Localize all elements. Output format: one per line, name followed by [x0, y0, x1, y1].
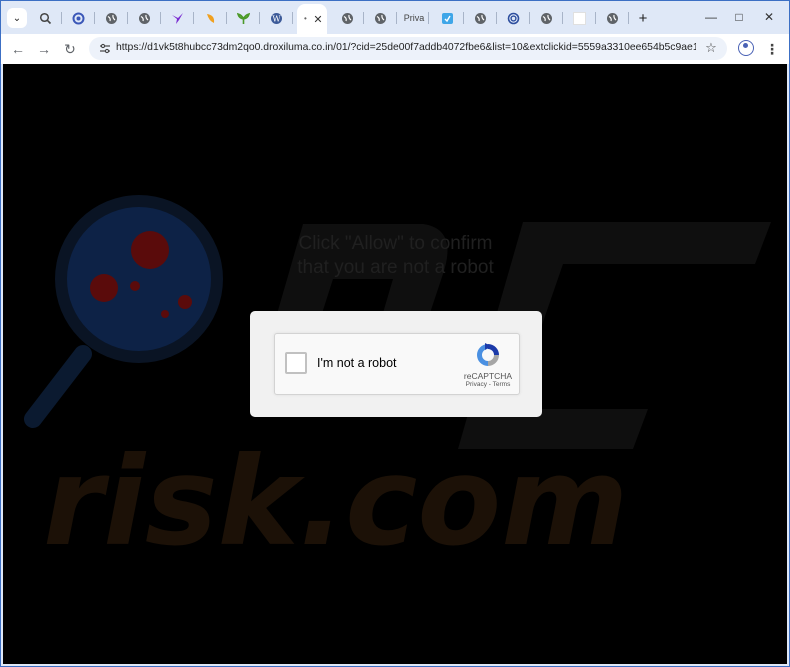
tab-4[interactable] [128, 6, 161, 30]
tab-10[interactable] [331, 6, 364, 30]
globe-icon [474, 12, 487, 25]
site-info-icon[interactable] [97, 41, 113, 56]
browser-toolbar: ← → ↻ https://d1vk5t8hubcc73dm2qo0.droxi… [1, 34, 789, 64]
globe-icon [540, 12, 553, 25]
tab-18[interactable] [596, 6, 629, 30]
page-content: risk.com Click "Allow" to confirm that y… [3, 64, 787, 664]
maximize-button[interactable]: □ [727, 7, 751, 27]
tab-11[interactable] [364, 6, 397, 30]
globe-icon [105, 12, 118, 25]
tab-label: Priva [403, 13, 425, 23]
green-plant-icon [237, 12, 250, 25]
white-square-icon [573, 11, 586, 25]
svg-text:W: W [272, 14, 281, 23]
back-button[interactable]: ← [8, 39, 28, 59]
orange-leaf-icon [204, 12, 217, 25]
more-menu-icon[interactable]: ⋮ [765, 39, 779, 59]
close-tab-icon[interactable]: ✕ [313, 13, 322, 26]
tab-16[interactable] [530, 6, 563, 30]
arrow-right-icon: → [37, 41, 51, 57]
prompt-line-2: that you are not a robot [297, 257, 494, 278]
reload-button[interactable]: ↻ [60, 39, 80, 59]
globe-icon [341, 12, 354, 25]
tab-12[interactable]: Priva [399, 6, 429, 30]
forward-button[interactable]: → [34, 39, 54, 59]
globe-icon [374, 12, 387, 25]
tab-15[interactable] [497, 6, 530, 30]
recaptcha-brand: reCAPTCHA [463, 371, 513, 381]
robot-label: I'm not a robot [317, 356, 397, 370]
tab-2[interactable] [62, 6, 95, 30]
chevron-down-icon: ⌄ [12, 12, 22, 24]
tab-6[interactable] [194, 6, 227, 30]
recaptcha-links[interactable]: Privacy - Terms [455, 381, 521, 388]
minimize-button[interactable]: — [699, 7, 723, 27]
tab-strip: ⌄ W • ✕ Priva + — □ ✕ [1, 1, 789, 34]
robot-checkbox[interactable] [285, 352, 307, 374]
tab-3[interactable] [95, 6, 128, 30]
tab-13[interactable] [431, 6, 464, 30]
wordpress-icon: W [270, 12, 283, 25]
magnifier-tab-icon [39, 12, 52, 25]
plus-icon: + [638, 9, 648, 27]
profile-avatar-icon[interactable] [738, 40, 754, 56]
spiral-icon [507, 12, 520, 25]
captcha-panel: I'm not a robot reCAPTCHA Privacy - Term… [250, 311, 542, 417]
close-icon: ✕ [763, 10, 775, 24]
watermark-text: risk.com [43, 431, 628, 573]
blue-square-icon [441, 12, 454, 25]
magnifier-virus-icon [24, 195, 223, 428]
bookmark-star-icon[interactable]: ☆ [703, 40, 719, 56]
address-bar[interactable]: https://d1vk5t8hubcc73dm2qo0.droxiluma.c… [89, 37, 727, 60]
tab-14[interactable] [464, 6, 497, 30]
allow-prompt: Click "Allow" to confirm that you are no… [233, 232, 558, 280]
url-text[interactable]: https://d1vk5t8hubcc73dm2qo0.droxiluma.c… [116, 42, 696, 53]
recaptcha-logo-icon [477, 343, 499, 366]
minimize-icon: — [705, 10, 717, 24]
tab-7[interactable] [227, 6, 260, 30]
tab-17[interactable] [563, 6, 596, 30]
tab-active[interactable]: • ✕ [297, 4, 327, 34]
tab-5[interactable] [161, 6, 194, 30]
tab-search-button[interactable]: ⌄ [7, 8, 27, 28]
reload-icon: ↻ [64, 40, 76, 57]
globe-icon [138, 12, 151, 25]
purple-bird-icon [171, 12, 184, 25]
active-tab-icon: • [303, 14, 307, 23]
arrow-left-icon: ← [11, 41, 25, 57]
prompt-line-1: Click "Allow" to confirm [298, 233, 493, 254]
tab-8[interactable]: W [260, 6, 293, 30]
tab-1[interactable] [29, 6, 62, 30]
globe-icon [606, 12, 619, 25]
recaptcha-widget: I'm not a robot reCAPTCHA Privacy - Term… [274, 333, 520, 395]
maximize-icon: □ [735, 10, 743, 24]
browser-window: ⌄ W • ✕ Priva + — □ ✕ ← → ↻ https://d1vk… [0, 0, 790, 667]
c-tab-icon [72, 12, 85, 25]
new-tab-button[interactable]: + [633, 8, 653, 28]
close-window-button[interactable]: ✕ [757, 7, 781, 27]
